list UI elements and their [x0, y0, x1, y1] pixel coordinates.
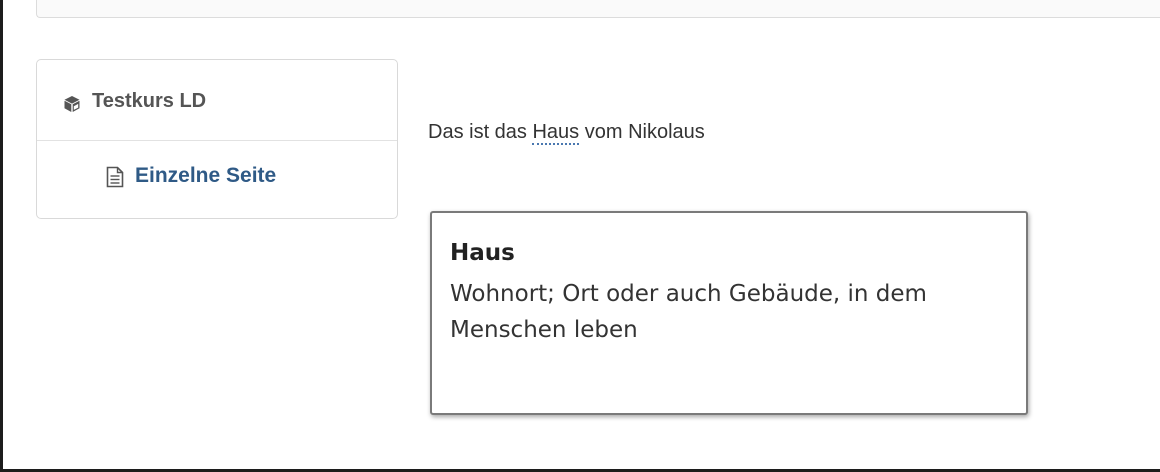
page-content-text: Das ist das Haus vom Nikolaus [428, 121, 705, 145]
tooltip-definition: Wohnort; Ort oder auch Gebäude, in dem M… [450, 281, 927, 343]
file-text-icon [106, 166, 124, 188]
content-text-after: vom Nikolaus [579, 121, 705, 143]
cube-icon [64, 96, 80, 112]
course-row[interactable]: Testkurs LD [37, 60, 397, 141]
top-bar [36, 0, 1160, 18]
course-title[interactable]: Testkurs LD [92, 90, 206, 113]
page-row[interactable]: Einzelne Seite [37, 141, 397, 219]
glossary-term-link[interactable]: Haus [532, 121, 580, 145]
tooltip-title: Haus [450, 240, 515, 266]
page-link-einzelne-seite[interactable]: Einzelne Seite [135, 164, 276, 188]
course-navigation-block: Testkurs LD Einzelne Seite [36, 59, 398, 219]
glossary-tooltip: Haus Wohnort; Ort oder auch Gebäude, in … [430, 211, 1028, 415]
content-text-before: Das ist das [428, 121, 533, 143]
